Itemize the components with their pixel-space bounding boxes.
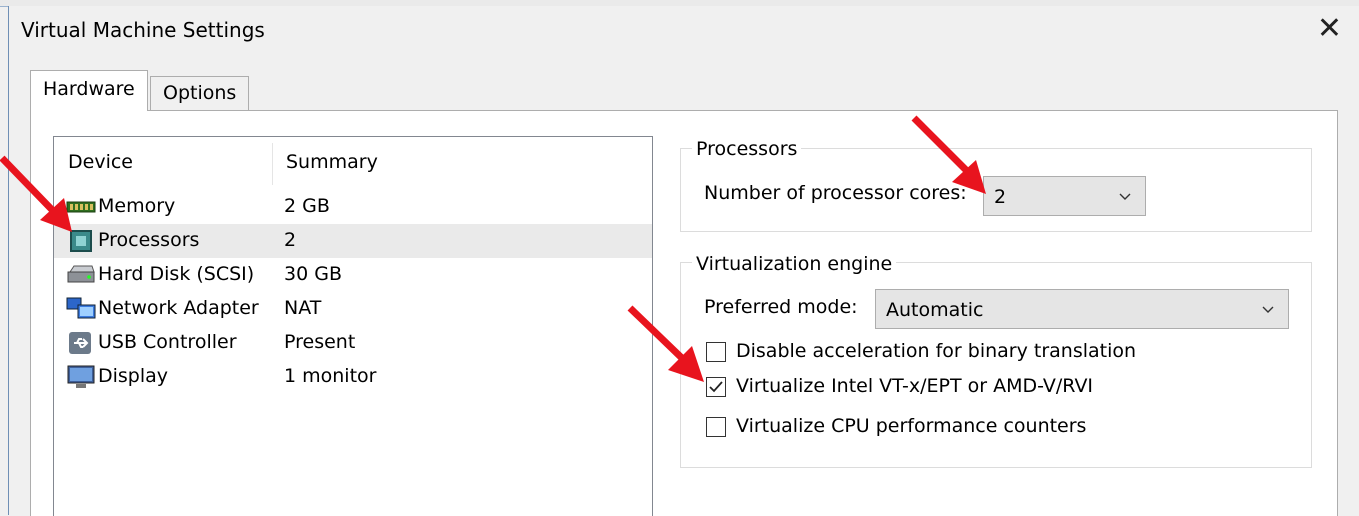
device-row-processors[interactable]: Processors 2 (54, 224, 652, 258)
disable-acceleration-label[interactable]: Disable acceleration for binary translat… (736, 340, 1136, 362)
device-summary: NAT (284, 297, 322, 319)
checkmark-icon (709, 381, 723, 393)
processors-group-label: Processors (692, 138, 802, 160)
close-icon[interactable]: ✕ (1317, 14, 1342, 44)
device-row-hard-disk[interactable]: Hard Disk (SCSI) 30 GB (54, 258, 652, 292)
usb-icon (69, 332, 91, 354)
disable-acceleration-checkbox[interactable] (706, 342, 726, 362)
processor-icon (70, 230, 92, 252)
virtualization-group-label: Virtualization engine (692, 253, 897, 275)
dialog-title: Virtual Machine Settings (21, 18, 265, 42)
device-row-usb-controller[interactable]: USB Controller Present (54, 326, 652, 360)
cores-label: Number of processor cores: (704, 182, 967, 204)
column-divider[interactable] (272, 143, 273, 185)
device-name: Memory (98, 195, 176, 217)
preferred-mode-value: Automatic (886, 299, 984, 321)
device-summary: 1 monitor (284, 365, 377, 387)
device-summary: 2 (284, 229, 297, 251)
column-header-summary[interactable]: Summary (286, 151, 378, 173)
device-list[interactable]: Device Summary Memory 2 GB Processors 2 … (53, 136, 653, 516)
cores-value: 2 (994, 186, 1007, 208)
preferred-mode-label: Preferred mode: (704, 296, 858, 318)
device-row-memory[interactable]: Memory 2 GB (54, 190, 652, 224)
virtualize-vtx-label[interactable]: Virtualize Intel VT-x/EPT or AMD-V/RVI (736, 375, 1093, 397)
memory-icon (66, 201, 96, 213)
device-name: Hard Disk (SCSI) (98, 263, 255, 285)
chevron-down-icon (1262, 306, 1274, 313)
preferred-mode-dropdown[interactable]: Automatic (875, 289, 1289, 329)
device-summary: 30 GB (284, 263, 342, 285)
device-name: Processors (98, 229, 200, 251)
tab-options[interactable]: Options (150, 76, 250, 111)
tab-hardware[interactable]: Hardware (30, 70, 148, 111)
device-list-header: Device Summary (54, 137, 652, 185)
device-row-display[interactable]: Display 1 monitor (54, 360, 652, 394)
column-header-device[interactable]: Device (68, 151, 133, 173)
hard-disk-icon (67, 265, 95, 283)
processor-cores-dropdown[interactable]: 2 (983, 176, 1146, 216)
network-adapter-icon (66, 297, 96, 319)
device-summary: Present (284, 331, 356, 353)
device-name: Network Adapter (98, 297, 259, 319)
device-name: USB Controller (98, 331, 237, 353)
device-summary: 2 GB (284, 195, 330, 217)
virtualize-cpu-counters-label[interactable]: Virtualize CPU performance counters (736, 415, 1086, 437)
display-icon (67, 365, 95, 388)
device-row-network-adapter[interactable]: Network Adapter NAT (54, 292, 652, 326)
chevron-down-icon (1119, 193, 1131, 200)
virtualize-vtx-checkbox[interactable] (706, 377, 726, 397)
virtualize-cpu-counters-checkbox[interactable] (706, 417, 726, 437)
device-name: Display (98, 365, 169, 387)
